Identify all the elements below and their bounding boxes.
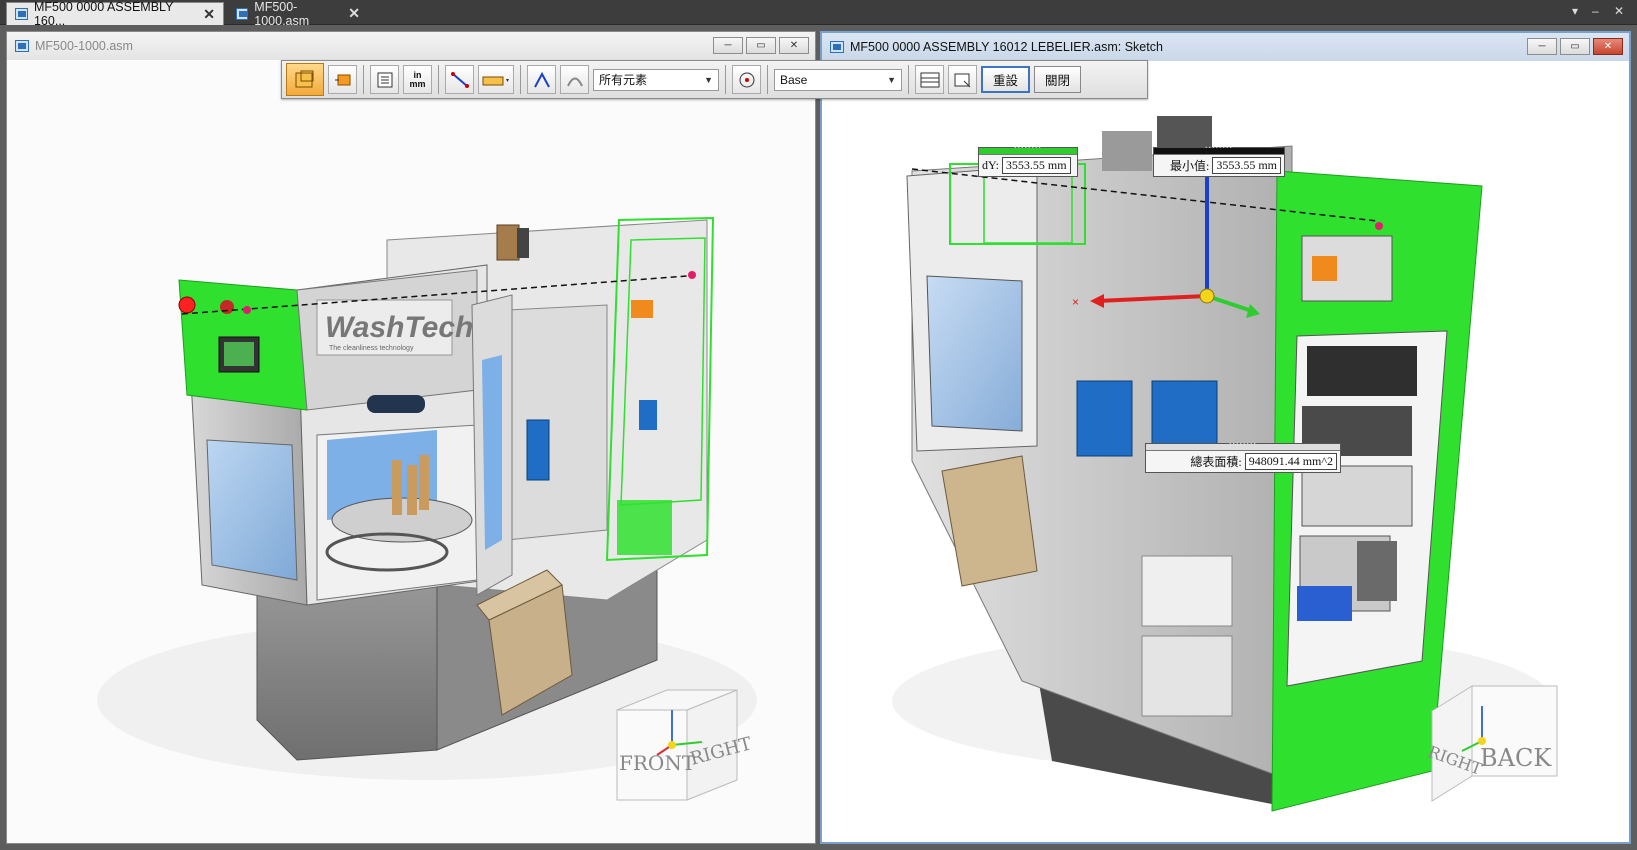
reset-button[interactable]: 重設 — [981, 66, 1031, 93]
drag-handle[interactable] — [979, 148, 1077, 155]
tab-mf500-1000[interactable]: MF500-1000.asm ✕ — [228, 0, 368, 28]
measure-box-icon[interactable] — [286, 63, 324, 96]
element-filter-select[interactable]: 所有元素 ▼ — [593, 68, 719, 91]
tab-assembly-16012[interactable]: MF500 0000 ASSEMBLY 160... ✕ — [6, 0, 224, 28]
measure-label: dY: — [982, 158, 999, 172]
toolbar-separator — [725, 65, 726, 94]
drag-handle[interactable] — [1146, 444, 1340, 451]
coordinate-system-select[interactable]: Base ▼ — [774, 68, 902, 91]
measure-value: 3553.55 mm — [1001, 157, 1071, 174]
toolbar-separator — [520, 65, 521, 94]
close-icon[interactable]: ✕ — [348, 5, 360, 22]
tab-label: MF500-1000.asm — [254, 0, 310, 28]
viewcube-front-label: FRONT — [619, 751, 696, 775]
ruler-dropdown-icon[interactable] — [478, 65, 514, 94]
target-icon[interactable] — [732, 65, 761, 94]
element-filter-value: 所有元素 — [599, 73, 648, 87]
assembly-file-icon — [236, 7, 249, 20]
units-icon[interactable]: in mm — [403, 65, 432, 94]
assembly-file-icon — [15, 8, 28, 20]
measure-row: 最小值: 3553.55 mm — [1154, 155, 1284, 176]
window-titlebar[interactable]: MF500-1000.asm ─ ▭ ✕ — [7, 32, 815, 60]
window-title: MF500-1000.asm — [35, 39, 133, 53]
logo-tagline: The cleanliness technology — [329, 345, 414, 352]
toolbar-separator — [438, 65, 439, 94]
assembly-file-icon — [830, 41, 844, 53]
tab-list-dropdown-icon[interactable]: ▾ — [1572, 4, 1578, 18]
washtech-logo: WashTech — [325, 311, 473, 344]
close-button[interactable]: ✕ — [1593, 38, 1623, 55]
close-toolbar-button[interactable]: 關閉 — [1034, 66, 1082, 93]
minimize-button[interactable]: ─ — [1527, 38, 1557, 55]
origin-x-marker-icon: × — [1072, 295, 1079, 309]
line-icon[interactable] — [445, 65, 474, 94]
restore-button[interactable]: ▭ — [746, 37, 776, 54]
assembly-file-icon — [15, 40, 29, 52]
view-cube-left[interactable]: FRONT RIGHT — [607, 680, 767, 820]
restore-button[interactable]: ▭ — [1560, 38, 1590, 55]
cad-application: MF500 0000 ASSEMBLY 160... ✕ MF500-1000.… — [0, 0, 1637, 850]
drag-handle[interactable] — [1154, 148, 1284, 155]
measure-row: dY: 3553.55 mm — [979, 155, 1077, 176]
measure-toolbar: in mm 所有元素 ▼ Base ▼ 重設 關閉 — [281, 60, 1148, 99]
window-title: MF500 0000 ASSEMBLY 16012 LEBELIER.asm: … — [850, 40, 1163, 54]
measure-dy-popup[interactable]: dY: 3553.55 mm — [978, 147, 1078, 177]
toolbar-separator — [908, 65, 909, 94]
arc-icon[interactable] — [560, 65, 589, 94]
close-icon[interactable]: ✕ — [1614, 4, 1624, 18]
measure-value: 3553.55 mm — [1212, 157, 1281, 174]
left-model-window: MF500-1000.asm ─ ▭ ✕ WashTech The cleanl… — [6, 31, 816, 844]
window-controls: ─ ▭ ✕ — [713, 37, 809, 54]
table-icon[interactable] — [915, 65, 944, 94]
measure-point-icon[interactable] — [328, 65, 357, 94]
export-icon[interactable] — [948, 65, 977, 94]
coordinate-system-value: Base — [780, 72, 808, 87]
close-icon[interactable]: ✕ — [203, 6, 215, 23]
chevron-down-icon: ▼ — [887, 74, 896, 85]
document-tab-strip: MF500 0000 ASSEMBLY 160... ✕ MF500-1000.… — [0, 0, 1637, 28]
toolbar-separator — [363, 65, 364, 94]
measure-area-popup[interactable]: 總表面積: 948091.44 mm^2 — [1145, 443, 1341, 473]
measure-min-popup[interactable]: 最小值: 3553.55 mm — [1153, 147, 1285, 177]
window-controls: ─ ▭ ✕ — [1527, 38, 1623, 55]
minimize-button[interactable]: ─ — [713, 37, 743, 54]
toolbar-separator — [767, 65, 768, 94]
measure-label: 最小值: — [1169, 159, 1210, 173]
list-icon[interactable] — [370, 65, 399, 94]
measure-label: 總表面積: — [1190, 455, 1242, 469]
measure-value: 948091.44 mm^2 — [1244, 453, 1337, 470]
3d-viewport-left[interactable]: WashTech The cleanliness technology FRON… — [7, 60, 815, 843]
tab-label: MF500 0000 ASSEMBLY 160... — [33, 0, 174, 28]
chevron-down-icon: ▼ — [704, 74, 713, 85]
measure-row: 總表面積: 948091.44 mm^2 — [1146, 451, 1340, 472]
close-button[interactable]: ✕ — [779, 37, 809, 54]
minimize-icon[interactable]: – — [1592, 4, 1599, 18]
window-titlebar[interactable]: MF500 0000 ASSEMBLY 16012 LEBELIER.asm: … — [822, 33, 1629, 61]
viewcube-back-label: BACK — [1480, 744, 1552, 772]
angle-icon[interactable] — [527, 65, 556, 94]
view-cube-right[interactable]: RIGHT BACK — [1422, 676, 1582, 816]
